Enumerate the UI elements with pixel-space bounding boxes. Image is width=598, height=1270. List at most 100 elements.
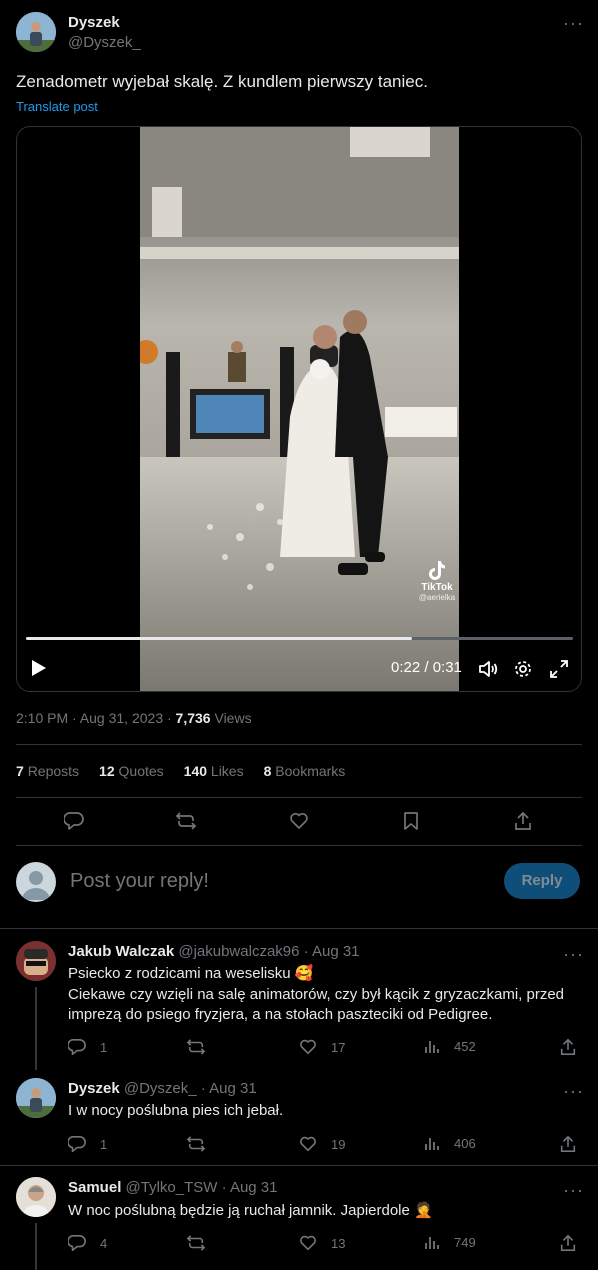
- reply-text: Psiecko z rodzicami na weselisku 🥰 Cieka…: [68, 965, 565, 1023]
- bookmarks-stat[interactable]: 8 Bookmarks: [264, 763, 346, 779]
- play-button[interactable]: [31, 659, 47, 677]
- reply-share-action[interactable]: [559, 1135, 577, 1153]
- reply-share-action[interactable]: [559, 1234, 577, 1252]
- translate-post-link[interactable]: Translate post: [16, 99, 98, 114]
- reply-like-action[interactable]: 19: [299, 1135, 345, 1153]
- reply-like-action[interactable]: 13: [299, 1234, 345, 1252]
- video-progress-fill: [26, 637, 412, 640]
- reply-views-action[interactable]: 749: [424, 1234, 476, 1250]
- post-timestamp[interactable]: 2:10 PM · Aug 31, 2023 ·: [16, 710, 176, 726]
- reply-avatar[interactable]: [16, 941, 56, 981]
- view-count: 749: [454, 1234, 476, 1250]
- reply-comment-action[interactable]: 1: [68, 1038, 107, 1056]
- more-options-icon[interactable]: ···: [563, 945, 584, 963]
- author-handle[interactable]: @Dyszek_: [68, 34, 141, 51]
- reply-text: W noc poślubną będzie ją ruchał jamnik. …: [68, 1202, 433, 1219]
- heart-icon: [300, 1136, 316, 1152]
- heart-icon: [300, 1039, 316, 1055]
- view-count: 406: [454, 1135, 476, 1151]
- reply-action[interactable]: [64, 811, 84, 831]
- post-text: Zenadometr wyjebał skalę. Z kundlem pier…: [16, 72, 428, 91]
- fullscreen-button[interactable]: [549, 659, 569, 679]
- reply-author-handle[interactable]: @Tylko_TSW: [126, 1179, 218, 1196]
- share-icon: [560, 1234, 576, 1252]
- divider: [16, 744, 582, 745]
- author-name[interactable]: Dyszek: [68, 14, 120, 31]
- heart-icon: [290, 812, 308, 829]
- reply-count: 4: [100, 1235, 108, 1251]
- more-options-icon[interactable]: ···: [563, 1082, 584, 1100]
- reply-like-action[interactable]: 17: [299, 1038, 345, 1056]
- reply-count: 1: [100, 1039, 108, 1055]
- volume-icon: [479, 661, 498, 677]
- heart-icon: [300, 1235, 316, 1251]
- reply-icon: [68, 1234, 86, 1252]
- reply-views-action[interactable]: 406: [424, 1135, 476, 1151]
- reply-date[interactable]: · Aug 31: [197, 1080, 257, 1097]
- reply-header: Samuel @Tylko_TSW · Aug 31: [68, 1179, 277, 1196]
- reply-repost-action[interactable]: [186, 1234, 220, 1252]
- like-count: 13: [331, 1235, 346, 1251]
- user-avatar: [16, 862, 56, 902]
- post-meta: 2:10 PM · Aug 31, 2023 · 7,736 Views: [16, 710, 252, 726]
- repost-icon: [186, 1039, 206, 1055]
- volume-button[interactable]: [478, 659, 498, 679]
- reply-avatar[interactable]: [16, 1078, 56, 1118]
- like-action[interactable]: [289, 811, 309, 831]
- bookmark-action[interactable]: [401, 811, 421, 831]
- video-player[interactable]: TikTok @aerielka 0:22 / 0:31: [16, 126, 582, 692]
- divider: [16, 797, 582, 798]
- author-avatar[interactable]: [16, 12, 56, 52]
- reply-avatar[interactable]: [16, 1177, 56, 1217]
- likes-stat[interactable]: 140 Likes: [184, 763, 244, 779]
- reply-author-name[interactable]: Jakub Walczak: [68, 943, 174, 960]
- reply-thread-line: [35, 1223, 37, 1270]
- more-options-icon[interactable]: ···: [563, 1181, 584, 1199]
- reply-author-name[interactable]: Samuel: [68, 1179, 121, 1196]
- reply-repost-action[interactable]: [186, 1135, 220, 1153]
- reply-author-handle[interactable]: @Dyszek_: [124, 1080, 197, 1097]
- gear-icon: [515, 661, 531, 677]
- fullscreen-icon: [550, 660, 568, 678]
- reply-repost-action[interactable]: [186, 1038, 220, 1056]
- reply-button[interactable]: Reply: [504, 863, 580, 899]
- reply-views-action[interactable]: 452: [424, 1038, 476, 1054]
- video-progress-track[interactable]: [26, 637, 573, 640]
- reply-date[interactable]: · Aug 31: [299, 943, 360, 960]
- reply-header: Jakub Walczak @jakubwalczak96 · Aug 31: [68, 943, 360, 960]
- reply-share-action[interactable]: [559, 1038, 577, 1056]
- like-count: 19: [331, 1136, 346, 1152]
- reposts-stat[interactable]: 7 Reposts: [16, 763, 79, 779]
- reply-date[interactable]: · Aug 31: [217, 1179, 278, 1196]
- repost-action[interactable]: [175, 811, 197, 831]
- video-time: 0:22 / 0:31: [391, 659, 462, 676]
- play-icon: [32, 660, 46, 676]
- post-stats: 7 Reposts 12 Quotes 140 Likes 8 Bookmark…: [16, 763, 345, 779]
- more-options-icon[interactable]: ···: [563, 14, 584, 32]
- settings-button[interactable]: [513, 659, 533, 679]
- reply-comment-action[interactable]: 1: [68, 1135, 107, 1153]
- reply-icon: [64, 812, 84, 830]
- views-count: 7,736: [175, 710, 211, 726]
- bookmark-icon: [404, 812, 418, 830]
- like-count: 17: [331, 1039, 346, 1055]
- views-icon: [425, 1138, 439, 1150]
- tiktok-label: TikTok: [421, 582, 453, 593]
- views-icon: [425, 1237, 439, 1249]
- tiktok-user: @aerielka: [418, 593, 456, 602]
- reply-icon: [68, 1135, 86, 1153]
- views-label: Views: [210, 710, 252, 726]
- tiktok-icon: [429, 561, 445, 580]
- repost-icon: [186, 1235, 206, 1251]
- reply-comment-action[interactable]: 4: [68, 1234, 107, 1252]
- divider: [0, 1165, 598, 1166]
- share-action[interactable]: [513, 811, 533, 831]
- share-icon: [515, 811, 531, 830]
- reply-action-bar: 1 17 452: [68, 1038, 588, 1056]
- reply-author-handle[interactable]: @jakubwalczak96: [178, 943, 299, 960]
- quotes-stat[interactable]: 12 Quotes: [99, 763, 164, 779]
- views-icon: [425, 1041, 439, 1053]
- reply-author-name[interactable]: Dyszek: [68, 1080, 120, 1097]
- share-icon: [560, 1135, 576, 1153]
- reply-input[interactable]: Post your reply!: [70, 870, 209, 893]
